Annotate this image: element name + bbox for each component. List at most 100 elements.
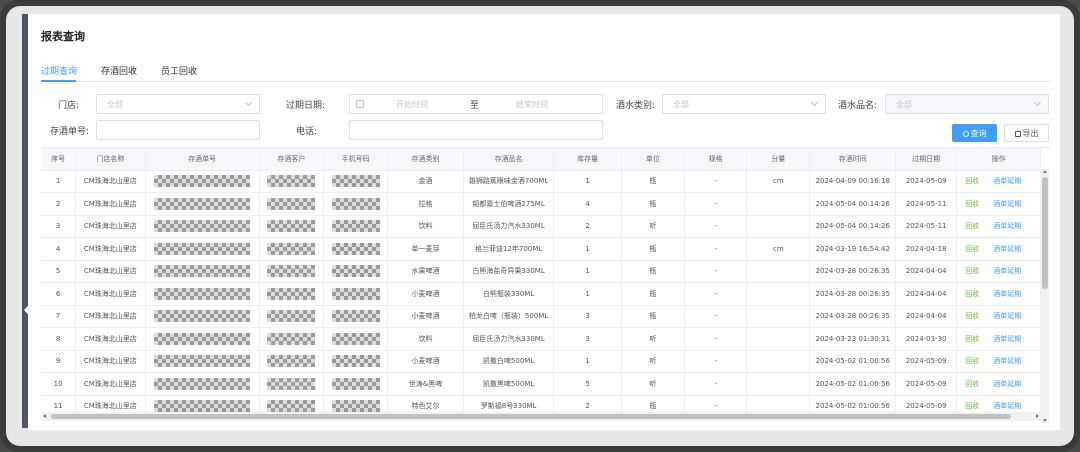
cell-portion: [746, 372, 811, 396]
redacted-mosaic: [154, 287, 251, 300]
cell-order-no: [145, 170, 260, 193]
extend-link[interactable]: 酒单延期: [993, 200, 1021, 208]
recycle-link[interactable]: 回收: [965, 335, 979, 343]
order-no-input[interactable]: [96, 120, 260, 140]
cell-name: 格兰菲迪12年700ML: [463, 237, 555, 261]
table-row: 6 CM珠海北山里店 小麦啤酒 白熊瓶装330ML 1 瓶 - 2024-03-28 00:2…: [41, 282, 1041, 306]
cell-expire-date: 2024-05-11: [895, 192, 958, 216]
cell-portion: [746, 260, 811, 283]
export-button[interactable]: 导出: [1004, 124, 1049, 142]
cell-no: 1: [41, 170, 77, 193]
drink-name-select[interactable]: 全部: [885, 94, 1049, 114]
extend-link[interactable]: 酒单延期: [993, 335, 1021, 343]
extend-link[interactable]: 酒单延期: [993, 380, 1021, 388]
scroll-up-icon[interactable]: [1043, 170, 1047, 173]
cell-unit: 瓶: [621, 170, 686, 193]
cell-unit: 瓶: [621, 282, 686, 306]
search-icon: [962, 131, 969, 137]
cell-customer: [259, 260, 324, 283]
scroll-right-icon[interactable]: [1036, 414, 1039, 418]
redacted-mosaic: [154, 265, 251, 278]
cell-store: CM珠海北山里店: [75, 327, 146, 351]
cell-name: 屈臣氏汤力汽水330ML: [463, 327, 555, 351]
cell-name: 韬都嘉士伯啤酒275ML: [463, 192, 555, 216]
extend-link[interactable]: 酒单延期: [993, 245, 1021, 253]
cell-phone: [323, 215, 389, 238]
scroll-down-icon[interactable]: [1043, 419, 1047, 422]
recycle-link[interactable]: 回收: [965, 402, 979, 410]
recycle-link[interactable]: 回收: [965, 177, 979, 185]
cell-customer: [259, 372, 324, 396]
drink-type-select[interactable]: 全部: [662, 94, 826, 114]
cell-portion: [746, 192, 811, 216]
page-title: 报表查询: [41, 30, 85, 43]
cell-type: 饮料: [387, 327, 464, 351]
recycle-link[interactable]: 回收: [965, 312, 979, 320]
scroll-thumb[interactable]: [1042, 177, 1048, 289]
extend-link[interactable]: 酒单延期: [993, 222, 1021, 230]
redacted-mosaic: [267, 332, 316, 345]
cell-stored-time: 2024-05-02 01:00:56: [809, 372, 897, 396]
tab-staff-recycle[interactable]: 员工回收: [161, 64, 197, 77]
extend-link[interactable]: 酒单延期: [993, 177, 1021, 185]
cell-phone: [323, 372, 389, 396]
extend-link[interactable]: 酒单延期: [993, 357, 1021, 365]
query-button[interactable]: 查询: [952, 124, 997, 142]
horizontal-scrollbar[interactable]: [41, 412, 1041, 421]
redacted-mosaic: [154, 310, 251, 323]
redacted-mosaic: [267, 175, 316, 188]
export-button-label: 导出: [1022, 129, 1039, 138]
tab-wine-recycle[interactable]: 存酒回收: [101, 64, 137, 77]
scroll-thumb[interactable]: [51, 414, 1011, 419]
cell-ops: 回收 酒单延期: [956, 305, 1041, 328]
recycle-link[interactable]: 回收: [965, 267, 979, 275]
cell-phone: [323, 327, 389, 351]
cell-expire-date: 2024-04-04: [895, 260, 958, 283]
recycle-link[interactable]: 回收: [965, 222, 979, 230]
col-header-phone: 手机号码: [323, 148, 389, 171]
chevron-down-icon: [810, 98, 819, 107]
cell-customer: [259, 305, 324, 328]
cell-portion: [746, 215, 811, 238]
cell-spec: -: [684, 260, 748, 283]
extend-link[interactable]: 酒单延期: [993, 267, 1021, 275]
store-select[interactable]: 全部: [96, 94, 260, 114]
scroll-left-icon[interactable]: [43, 414, 46, 418]
cell-customer: [259, 327, 324, 351]
recycle-link[interactable]: 回收: [965, 357, 979, 365]
redacted-mosaic: [331, 287, 380, 300]
expire-date-range[interactable]: 开始时间 至 结束时间: [349, 94, 603, 114]
extend-link[interactable]: 酒单延期: [993, 290, 1021, 298]
cell-ops: 回收 酒单延期: [956, 192, 1041, 216]
extend-link[interactable]: 酒单延期: [993, 402, 1021, 410]
cell-store: CM珠海北山里店: [75, 237, 146, 261]
cell-store: CM珠海北山里店: [75, 372, 146, 396]
cell-spec: -: [684, 192, 748, 216]
cell-ops: 回收 酒单延期: [956, 350, 1041, 373]
vertical-scrollbar[interactable]: [1041, 169, 1049, 423]
cell-name: 柏龙白啤（瓶装）500ML: [463, 305, 555, 328]
start-date-input[interactable]: 开始时间: [396, 99, 428, 110]
redacted-mosaic: [267, 287, 316, 300]
phone-input[interactable]: [349, 120, 603, 140]
cell-ops: 回收 酒单延期: [956, 372, 1041, 396]
recycle-link[interactable]: 回收: [965, 380, 979, 388]
extend-link[interactable]: 酒单延期: [993, 312, 1021, 320]
end-date-input[interactable]: 结束时间: [516, 99, 548, 110]
recycle-link[interactable]: 回收: [965, 290, 979, 298]
drink-name-label: 酒水品名:: [838, 101, 878, 111]
tab-expired-query[interactable]: 过期查询: [41, 64, 77, 77]
cell-qty: 1: [553, 260, 622, 283]
cell-order-no: [145, 305, 260, 328]
cell-customer: [259, 192, 324, 216]
cell-unit: 听: [621, 350, 686, 373]
expire-date-label: 过期日期:: [286, 101, 326, 111]
recycle-link[interactable]: 回收: [965, 200, 979, 208]
cell-unit: 瓶: [621, 260, 686, 283]
cell-type: 小麦啤酒: [387, 305, 464, 328]
recycle-link[interactable]: 回收: [965, 245, 979, 253]
cell-qty: 1: [553, 350, 622, 373]
col-header-order-no: 存酒单号: [145, 148, 260, 171]
redacted-mosaic: [331, 310, 380, 323]
cell-spec: -: [684, 282, 748, 306]
